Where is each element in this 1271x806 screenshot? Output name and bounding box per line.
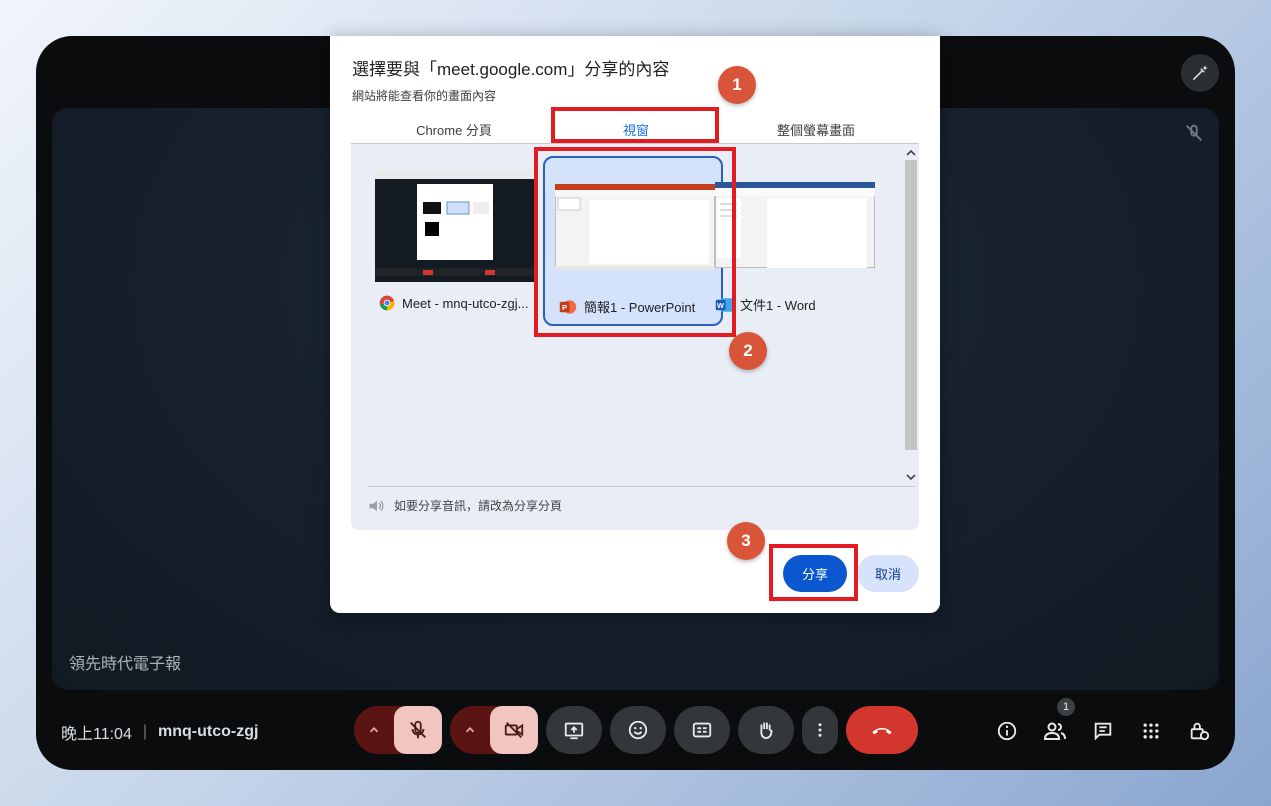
mic-off-icon [1186, 124, 1202, 141]
annotation-marker-3: 3 [727, 522, 765, 560]
word-window-thumbnail [715, 182, 875, 268]
present-screen-icon [564, 722, 584, 740]
scroll-down-icon[interactable] [906, 472, 916, 482]
audio-note-text: 如要分享音訊，請改為分享分頁 [394, 499, 563, 513]
hand-icon [760, 722, 773, 740]
chrome-icon [379, 295, 395, 311]
speaker-icon [369, 500, 384, 511]
meeting-code: mnq-utco-zgj [158, 723, 259, 740]
scroll-up-icon[interactable] [906, 148, 916, 158]
reactions-button[interactable] [610, 706, 666, 754]
meeting-info: 晚上11:04 | mnq-utco-zgj [61, 720, 258, 744]
emoji-icon [628, 720, 648, 740]
people-button[interactable] [1042, 718, 1068, 744]
scrollbar-thumb[interactable] [905, 160, 917, 450]
annotation-box-1 [551, 107, 719, 143]
chat-button[interactable] [1090, 718, 1116, 744]
closed-captions-icon [692, 722, 712, 738]
end-call-icon [872, 727, 892, 735]
cancel-button[interactable]: 取消 [857, 555, 919, 592]
apps-grid-icon [1143, 723, 1159, 739]
mic-off-icon [410, 720, 426, 739]
audio-divider [367, 486, 915, 487]
audio-control-group [354, 706, 442, 754]
dialog-subtitle: 網站將能查看你的畫面內容 [352, 89, 497, 103]
meet-window-thumbnail [375, 170, 535, 282]
window-option-meet[interactable]: Meet - mnq-utco-zgj... [365, 156, 545, 326]
chevron-up-icon [369, 727, 379, 733]
leave-call-button[interactable] [846, 706, 918, 754]
people-icon [1043, 722, 1066, 740]
window-label: Meet - mnq-utco-zgj... [379, 295, 528, 311]
audio-note: 如要分享音訊，請改為分享分頁 [368, 497, 562, 514]
raise-hand-button[interactable] [738, 706, 794, 754]
video-options-button[interactable] [450, 723, 490, 737]
people-count-badge: 1 [1057, 698, 1075, 716]
meeting-time: 晚上11:04 [61, 726, 132, 743]
tab-entire-screen[interactable]: 整個螢幕畫面 [736, 120, 896, 142]
effects-button[interactable] [1181, 54, 1219, 92]
window-title: Meet - mnq-utco-zgj... [402, 295, 529, 311]
lock-person-icon [1190, 722, 1210, 741]
annotation-marker-1: 1 [718, 66, 756, 104]
window-list-scrollbar[interactable] [903, 144, 919, 486]
info-separator: | [142, 723, 148, 740]
chevron-up-icon [465, 727, 475, 733]
annotation-box-3 [769, 544, 858, 601]
captions-button[interactable] [674, 706, 730, 754]
chat-icon [1094, 722, 1112, 741]
annotation-marker-2: 2 [729, 332, 767, 370]
window-option-word[interactable]: W 文件1 - Word [715, 156, 905, 326]
mic-toggle-button[interactable] [394, 706, 442, 754]
more-vert-icon [818, 723, 822, 737]
annotation-box-2 [534, 147, 736, 337]
call-controls-bar: 晚上11:04 | mnq-utco-zgj 1 [36, 698, 1235, 764]
info-icon [997, 721, 1017, 741]
camera-toggle-button[interactable] [490, 706, 538, 754]
meeting-details-button[interactable] [994, 718, 1020, 744]
activities-button[interactable] [1138, 718, 1164, 744]
host-controls-button[interactable] [1186, 718, 1212, 744]
video-control-group [450, 706, 538, 754]
dialog-title: 選擇要與「meet.google.com」分享的內容 [352, 60, 670, 79]
camera-off-icon [504, 722, 524, 738]
window-title: 文件1 - Word [740, 298, 816, 313]
audio-options-button[interactable] [354, 723, 394, 737]
present-screen-button[interactable] [546, 706, 602, 754]
more-options-button[interactable] [802, 706, 838, 754]
tab-chrome-tabs[interactable]: Chrome 分頁 [372, 120, 536, 142]
participant-name: 領先時代電子報 [69, 656, 182, 673]
magic-pen-icon [1192, 65, 1208, 81]
